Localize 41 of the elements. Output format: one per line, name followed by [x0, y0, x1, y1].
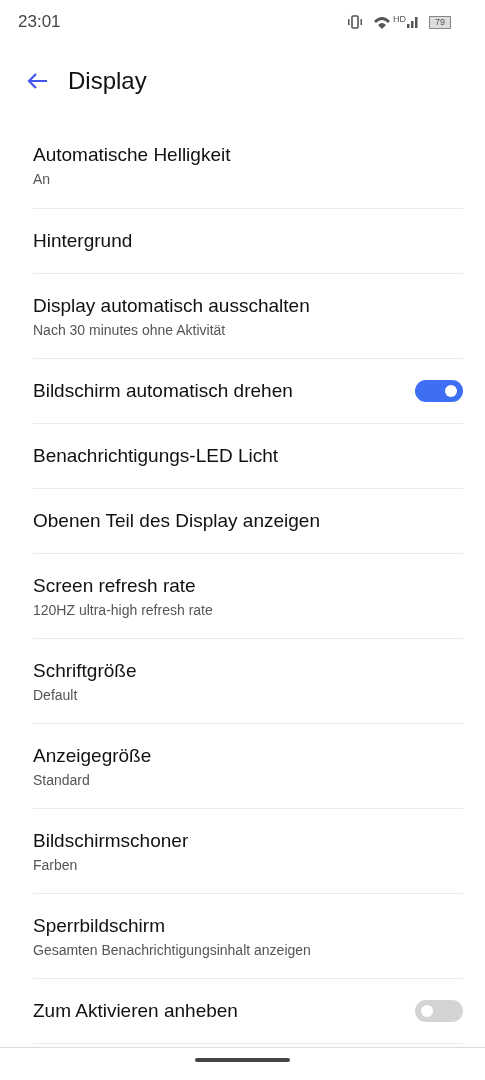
setting-title: Bildschirmschoner — [33, 829, 189, 852]
setting-subtitle: Standard — [33, 771, 91, 788]
setting-subtitle: An — [33, 170, 52, 187]
setting-title: Sperrbildschirm — [33, 914, 166, 937]
settings-row[interactable]: Schriftgröße Default — [33, 639, 463, 724]
back-arrow-icon[interactable] — [26, 72, 48, 90]
settings-row[interactable]: Automatische Helligkeit An — [33, 122, 463, 209]
setting-title: Bildschirm automatisch drehen — [33, 380, 293, 402]
settings-row[interactable]: Bildschirmschoner Farben — [33, 809, 463, 894]
settings-row[interactable]: Zum Aktivieren anheben — [33, 979, 463, 1044]
page-title: Display — [68, 67, 147, 95]
setting-subtitle: Default — [33, 686, 79, 703]
settings-row[interactable]: Obenen Teil des Display anzeigen — [33, 489, 463, 554]
setting-subtitle: Gesamten Benachrichtigungsinhalt anzeigen — [33, 941, 311, 958]
settings-row[interactable]: Screen refresh rate 120HZ ultra-high refresh rate — [33, 554, 463, 639]
wifi-icon — [373, 14, 391, 30]
setting-title: Automatische Helligkeit — [33, 143, 231, 166]
settings-row[interactable]: Display automatisch ausschalten Nach 30 minutes ohne Aktivität — [33, 274, 463, 359]
setting-subtitle: 120HZ ultra-high refresh rate — [33, 601, 213, 618]
setting-title: Obenen Teil des Display anzeigen — [33, 510, 320, 532]
settings-row[interactable]: Anzeigegröße Standard — [33, 724, 463, 809]
settings-row[interactable]: Benachrichtigungs-LED Licht — [33, 424, 463, 489]
settings-row[interactable]: Hintergrund — [33, 209, 463, 274]
setting-title: Hintergrund — [33, 230, 133, 252]
status-time: 23:01 — [18, 12, 61, 32]
setting-title: Schriftgröße — [33, 659, 137, 682]
toggle-switch[interactable] — [415, 1000, 463, 1022]
setting-title: Display automatisch ausschalten — [33, 294, 310, 317]
network-type-label: HD — [393, 14, 406, 24]
setting-subtitle: Nach 30 minutes ohne Aktivität — [33, 321, 227, 338]
settings-row[interactable]: Bildschirm automatisch drehen — [33, 359, 463, 424]
setting-title: Screen refresh rate — [33, 574, 197, 597]
battery-indicator: 79 — [429, 15, 451, 29]
setting-title: Zum Aktivieren anheben — [33, 1000, 238, 1022]
setting-title: Benachrichtigungs-LED Licht — [33, 445, 279, 467]
vibrate-icon — [347, 15, 363, 29]
signal-icon — [407, 16, 419, 28]
setting-title: Anzeigegröße — [33, 744, 152, 767]
settings-row[interactable]: Sperrbildschirm Gesamten Benachrichtigungsinhalt anzeigen — [33, 894, 463, 979]
setting-subtitle: Farben — [33, 856, 79, 873]
toggle-switch[interactable] — [415, 380, 463, 402]
